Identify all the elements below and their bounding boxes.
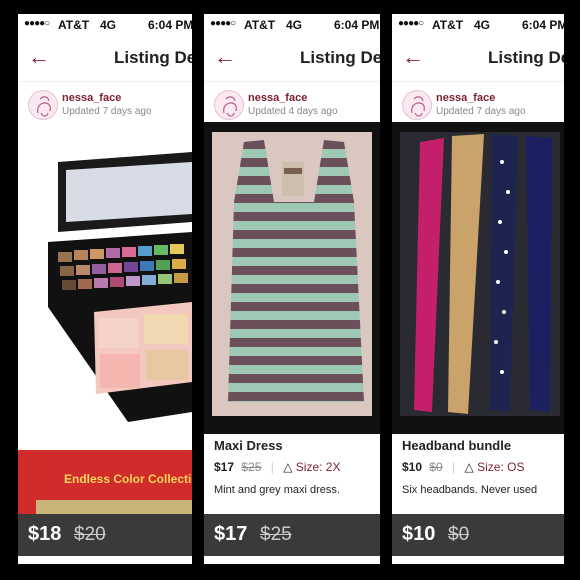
carrier-label: AT&T xyxy=(244,18,276,32)
listing-description: Mint and grey maxi dress. xyxy=(214,484,340,496)
listing-title: Maxi Dress xyxy=(214,438,283,453)
seller-row[interactable]: nessa_face Updated 7 days ago xyxy=(18,82,192,132)
page-title: Listing Details xyxy=(300,48,380,67)
page-title: Listing Details xyxy=(488,48,564,67)
price-bar[interactable]: $10 $0 xyxy=(392,514,564,556)
seller-username[interactable]: nessa_face xyxy=(248,92,307,104)
nav-bar: ← Listing Details xyxy=(204,36,380,82)
listing-panel: ●●●●○ AT&T 4G 6:04 PM ← Listing Details … xyxy=(18,14,192,564)
hanger-icon: △ xyxy=(464,460,474,474)
network-label: 4G xyxy=(474,18,491,32)
bottom-original-price: $20 xyxy=(74,524,106,545)
status-bar: ●●●●○ AT&T 4G 6:04 PM xyxy=(18,14,192,36)
hanger-icon: △ xyxy=(283,460,293,474)
original-price: $0 xyxy=(429,460,443,474)
nav-bar: ← Listing Details xyxy=(392,36,564,82)
original-price: $25 xyxy=(241,460,262,474)
price-row: $17 $25 | △ Size: 2X xyxy=(214,460,341,474)
avatar[interactable] xyxy=(402,90,432,120)
listing-panel: ●●●●○ AT&T 4G 6:04 PM ← Listing Details … xyxy=(392,14,564,564)
avatar[interactable] xyxy=(214,90,244,120)
promo-banner: Endless Color Collection xyxy=(18,450,192,514)
bottom-price: $18 xyxy=(28,523,62,545)
avatar[interactable] xyxy=(28,90,58,120)
seller-username[interactable]: nessa_face xyxy=(436,92,495,104)
updated-text: Updated 7 days ago xyxy=(436,106,526,117)
listing-panel: ●●●●○ AT&T 4G 6:04 PM ← Listing Details … xyxy=(204,14,380,564)
listing-photo[interactable] xyxy=(204,122,380,434)
banner-text: Endless Color Collection xyxy=(64,472,192,486)
network-label: 4G xyxy=(286,18,303,32)
clock: 6:04 PM xyxy=(334,18,380,32)
back-arrow-icon[interactable]: ← xyxy=(214,46,236,68)
price-row: $10 $0 | △ Size: OS xyxy=(402,460,524,474)
divider: | xyxy=(452,460,456,474)
signal-indicator: ●●●●○ xyxy=(398,18,424,29)
network-label: 4G xyxy=(100,18,117,32)
signal-indicator: ●●●●○ xyxy=(210,18,236,29)
status-bar: ●●●●○ AT&T 4G 6:04 PM xyxy=(204,14,380,36)
updated-text: Updated 4 days ago xyxy=(248,106,338,117)
bottom-original-price: $0 xyxy=(448,524,470,545)
bottom-price: $10 xyxy=(402,523,436,545)
price-bar[interactable]: $17 $25 xyxy=(204,514,380,556)
divider: | xyxy=(270,460,274,474)
bottom-price: $17 xyxy=(214,523,248,545)
banner-strip xyxy=(36,500,192,514)
page-title: Listing Details xyxy=(114,48,192,67)
listing-photo[interactable] xyxy=(392,122,564,434)
status-bar: ●●●●○ AT&T 4G 6:04 PM xyxy=(392,14,564,36)
clock: 6:04 PM xyxy=(522,18,564,32)
signal-indicator: ●●●●○ xyxy=(24,18,50,29)
listing-price: $10 xyxy=(402,460,423,474)
size-label: Size: 2X xyxy=(295,460,341,474)
listing-description: Six headbands. Never used xyxy=(402,484,538,496)
size-label: Size: OS xyxy=(477,460,525,474)
carrier-label: AT&T xyxy=(58,18,90,32)
back-arrow-icon[interactable]: ← xyxy=(28,46,50,68)
carrier-label: AT&T xyxy=(432,18,464,32)
listing-photo[interactable] xyxy=(18,132,192,454)
back-arrow-icon[interactable]: ← xyxy=(402,46,424,68)
bottom-original-price: $25 xyxy=(260,524,292,545)
seller-username[interactable]: nessa_face xyxy=(62,92,121,104)
listing-price: $17 xyxy=(214,460,235,474)
updated-text: Updated 7 days ago xyxy=(62,106,152,117)
price-bar[interactable]: $18 $20 xyxy=(18,514,192,556)
clock: 6:04 PM xyxy=(148,18,192,32)
nav-bar: ← Listing Details xyxy=(18,36,192,82)
listing-title: Headband bundle xyxy=(402,438,512,453)
